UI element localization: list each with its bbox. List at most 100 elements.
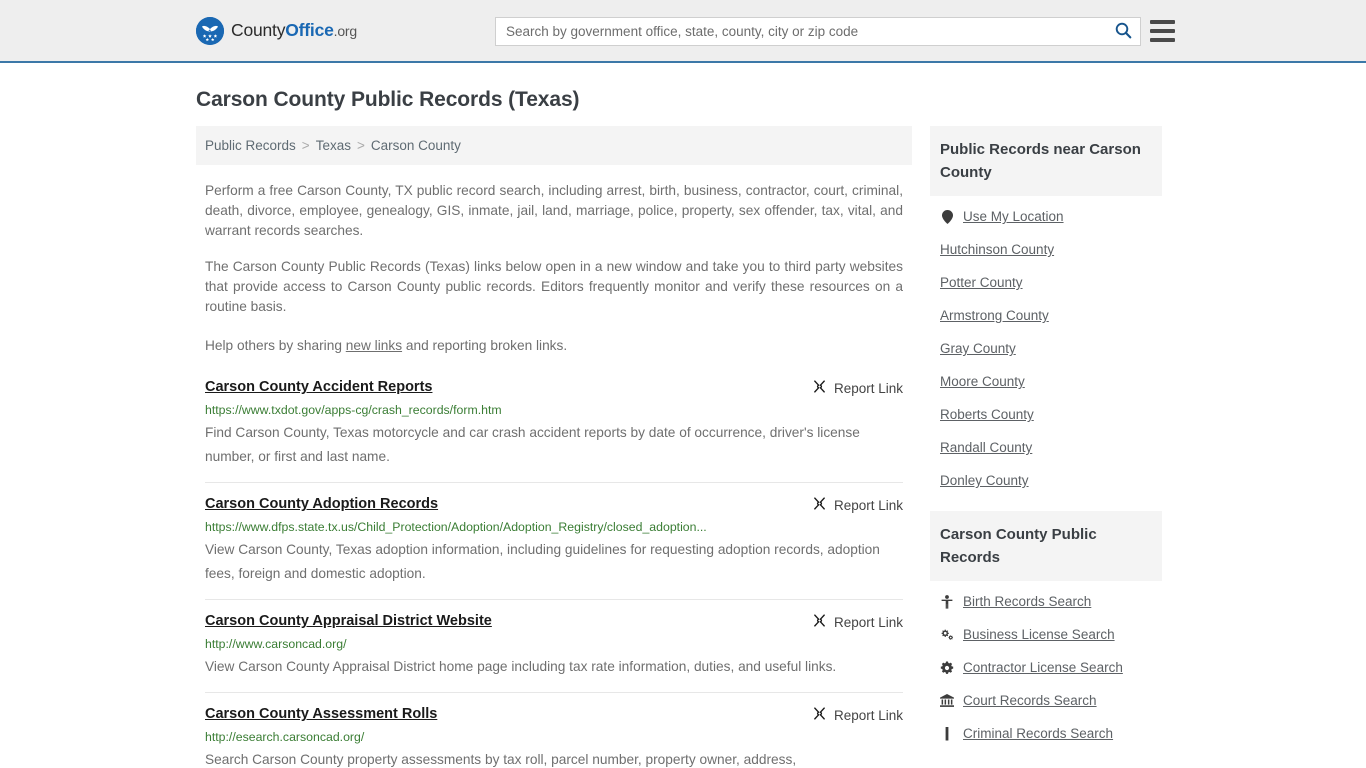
sidebar-link[interactable]: Armstrong County: [940, 308, 1049, 323]
sidebar-link[interactable]: Moore County: [940, 374, 1025, 389]
breadcrumb-item-carson-county: Carson County: [370, 138, 461, 153]
breadcrumb-separator: >: [301, 138, 310, 153]
intro-paragraph-1: Perform a free Carson County, TX public …: [205, 183, 903, 238]
sidebar-item-contractor-license-search[interactable]: Contractor License Search: [940, 651, 1152, 684]
results-list: Carson County Accident Reports Report Li…: [196, 378, 912, 768]
result-header: Carson County Assessment Rolls Report Li…: [205, 705, 903, 724]
search-button[interactable]: [1106, 18, 1140, 45]
result-item: Carson County Assessment Rolls Report Li…: [205, 692, 903, 768]
sidebar-item-criminal-records-search[interactable]: Criminal Records Search: [940, 717, 1152, 750]
map-pin-icon: [940, 209, 954, 224]
sidebar-nearby-heading: Public Records near Carson County: [930, 126, 1162, 196]
result-url: http://esearch.carsoncad.org/: [205, 730, 365, 744]
breadcrumb-item-texas[interactable]: Texas: [316, 138, 351, 153]
countyoffice-eagle-logo-icon: [196, 16, 224, 45]
result-title-link[interactable]: Carson County Accident Reports: [205, 378, 432, 396]
result-title-link[interactable]: Carson County Assessment Rolls: [205, 705, 437, 723]
cog-icon: [940, 661, 954, 675]
result-title-link[interactable]: Carson County Appraisal District Website: [205, 612, 492, 630]
broken-link-icon: [812, 613, 827, 631]
report-link-button[interactable]: Report Link: [812, 705, 903, 724]
search-bar[interactable]: [495, 17, 1141, 46]
hamburger-menu-icon[interactable]: [1150, 20, 1175, 42]
breadcrumb: Public Records > Texas > Carson County: [196, 126, 912, 165]
sidebar-item-potter-county[interactable]: Potter County: [940, 266, 1152, 299]
sidebar-item-birth-records-search[interactable]: Birth Records Search: [940, 585, 1152, 618]
sidebar: Public Records near Carson County Use My…: [930, 126, 1162, 768]
result-item: Carson County Adoption Records Report Li…: [205, 482, 903, 599]
baby-icon: [940, 594, 954, 609]
sidebar-link[interactable]: Potter County: [940, 275, 1023, 290]
sidebar-item-use-my-location[interactable]: Use My Location: [940, 200, 1152, 233]
breadcrumb-item-public-records[interactable]: Public Records: [205, 138, 296, 153]
intro-paragraph-2: The Carson County Public Records (Texas)…: [205, 259, 903, 314]
search-input[interactable]: [496, 18, 1106, 45]
result-description: View Carson County, Texas adoption infor…: [205, 542, 880, 581]
sidebar-item-gray-county[interactable]: Gray County: [940, 332, 1152, 365]
help-prefix-text: Help others by sharing: [205, 338, 346, 353]
sidebar-link[interactable]: Randall County: [940, 440, 1032, 455]
sidebar-item-roberts-county[interactable]: Roberts County: [940, 398, 1152, 431]
sidebar-item-armstrong-county[interactable]: Armstrong County: [940, 299, 1152, 332]
sidebar-link[interactable]: Business License Search: [963, 627, 1115, 642]
hamburger-bar: [1150, 29, 1175, 33]
report-link-label: Report Link: [833, 497, 903, 513]
sidebar-link[interactable]: Hutchinson County: [940, 242, 1054, 257]
result-url: https://www.txdot.gov/apps-cg/crash_reco…: [205, 403, 502, 417]
result-url: https://www.dfps.state.tx.us/Child_Prote…: [205, 520, 707, 534]
hamburger-bar: [1150, 38, 1175, 42]
sidebar-item-court-records-search[interactable]: Court Records Search: [940, 684, 1152, 717]
result-item: Carson County Appraisal District Website: [205, 599, 903, 692]
report-link-button[interactable]: Report Link: [812, 378, 903, 397]
site-logo[interactable]: CountyOffice.org: [196, 16, 357, 45]
report-link-label: Report Link: [833, 707, 903, 723]
hamburger-bar: [1150, 20, 1175, 24]
sidebar-link[interactable]: Use My Location: [963, 209, 1064, 224]
main-column: Public Records > Texas > Carson County Perfo…: [196, 126, 912, 768]
sidebar-link[interactable]: Court Records Search: [963, 693, 1097, 708]
result-description: View Carson County Appraisal District ho…: [205, 659, 837, 674]
sidebar-link[interactable]: Criminal Records Search: [963, 726, 1113, 741]
site-logo-wordmark: CountyOffice.org: [231, 20, 357, 41]
result-description: Search Carson County property assessment…: [205, 752, 797, 767]
result-item: Carson County Accident Reports Report Li…: [205, 378, 903, 482]
result-header: Carson County Appraisal District Website: [205, 612, 903, 631]
intro-section: Perform a free Carson County, TX public …: [196, 181, 912, 356]
sidebar-records-heading: Carson County Public Records: [930, 511, 1162, 581]
report-link-label: Report Link: [833, 614, 903, 630]
bank-icon: [940, 694, 954, 707]
content-columns: Public Records > Texas > Carson County Perfo…: [196, 126, 1170, 768]
result-description: Find Carson County, Texas motorcycle and…: [205, 425, 860, 464]
gavel-icon: [940, 726, 954, 741]
broken-link-icon: [812, 379, 827, 397]
result-title-link[interactable]: Carson County Adoption Records: [205, 495, 438, 513]
sidebar-item-hutchinson-county[interactable]: Hutchinson County: [940, 233, 1152, 266]
cogs-icon: [940, 628, 954, 641]
broken-link-icon: [812, 496, 827, 514]
breadcrumb-separator: >: [356, 138, 365, 153]
sidebar-link[interactable]: Roberts County: [940, 407, 1034, 422]
sidebar-item-randall-county[interactable]: Randall County: [940, 431, 1152, 464]
report-link-label: Report Link: [833, 380, 903, 396]
sidebar-link[interactable]: Donley County: [940, 473, 1029, 488]
brand-part-tld: .org: [333, 23, 358, 39]
sidebar-item-moore-county[interactable]: Moore County: [940, 365, 1152, 398]
page-title: Carson County Public Records (Texas): [196, 88, 580, 111]
brand-part-office: Office: [285, 20, 334, 40]
broken-link-icon: [812, 706, 827, 724]
sidebar-item-business-license-search[interactable]: Business License Search: [940, 618, 1152, 651]
sidebar-records-list: Birth Records Search Business License Se…: [930, 581, 1162, 750]
sidebar-records-box: Carson County Public Records Birth Recor…: [930, 511, 1162, 750]
result-url: http://www.carsoncad.org/: [205, 637, 347, 651]
result-header: Carson County Accident Reports Report Li…: [205, 378, 903, 397]
new-links-link[interactable]: new links: [346, 338, 402, 353]
sidebar-link[interactable]: Contractor License Search: [963, 660, 1123, 675]
sidebar-nearby-list: Use My Location Hutchinson County Potter…: [930, 196, 1162, 497]
brand-part-county: County: [231, 20, 286, 40]
site-header: CountyOffice.org: [0, 0, 1366, 63]
sidebar-link[interactable]: Gray County: [940, 341, 1016, 356]
report-link-button[interactable]: Report Link: [812, 612, 903, 631]
sidebar-link[interactable]: Birth Records Search: [963, 594, 1091, 609]
report-link-button[interactable]: Report Link: [812, 495, 903, 514]
sidebar-item-donley-county[interactable]: Donley County: [940, 464, 1152, 497]
